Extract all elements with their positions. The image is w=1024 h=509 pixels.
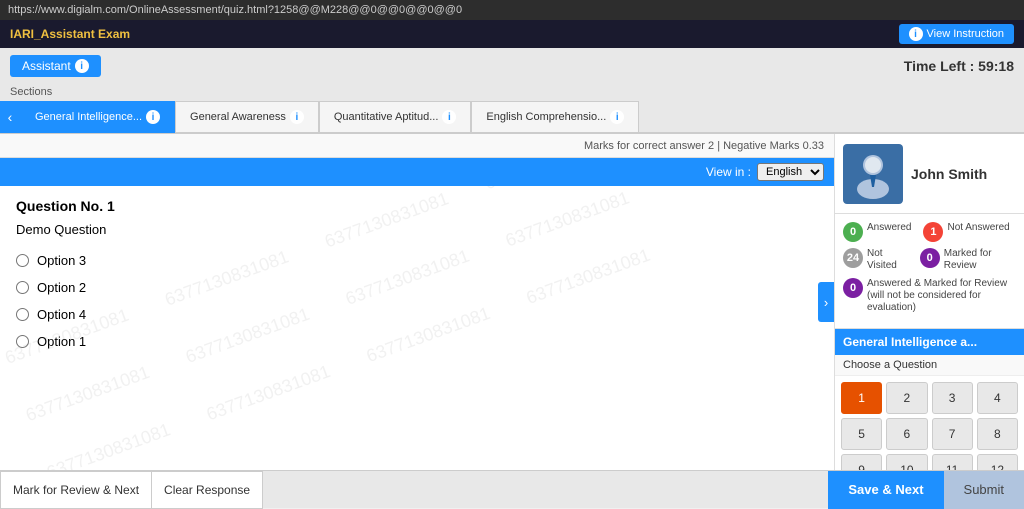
grid-section: General Intelligence a... Choose a Quest… xyxy=(835,329,1024,470)
question-grid-button-9[interactable]: 9 xyxy=(841,454,882,470)
tab-english-comprehension[interactable]: English Comprehensio... i xyxy=(471,101,639,133)
main-wrapper: Marks for correct answer 2 | Negative Ma… xyxy=(0,134,1024,508)
question-panel: Marks for correct answer 2 | Negative Ma… xyxy=(0,134,834,470)
marks-bar: Marks for correct answer 2 | Negative Ma… xyxy=(0,134,834,158)
tab-info-icon[interactable]: i xyxy=(146,110,160,124)
option-item: Option 1 xyxy=(16,334,818,349)
view-in-select[interactable]: English Hindi xyxy=(757,163,824,181)
question-grid-button-8[interactable]: 8 xyxy=(977,418,1018,450)
question-grid-button-10[interactable]: 10 xyxy=(886,454,927,470)
not-visited-label: Not Visited xyxy=(867,248,908,272)
tab-general-awareness[interactable]: General Awareness i xyxy=(175,101,319,133)
tab-label: General Awareness xyxy=(190,111,286,123)
avatar-icon xyxy=(848,149,898,199)
bottom-bar: Mark for Review & Next Clear Response Sa… xyxy=(0,470,1024,508)
tab-quantitative-aptitude[interactable]: Quantitative Aptitud... i xyxy=(319,101,472,133)
question-grid-button-12[interactable]: 12 xyxy=(977,454,1018,470)
question-grid: 1234567891011121314151617181920 xyxy=(835,376,1024,470)
tab-label: English Comprehensio... xyxy=(486,111,606,123)
option-label-2[interactable]: Option 2 xyxy=(37,280,86,295)
not-visited-badge: 24 xyxy=(843,248,863,268)
url-text: https://www.digialm.com/OnlineAssessment… xyxy=(8,4,462,16)
right-sidebar: John Smith 0 Answered 1 Not Answered xyxy=(834,134,1024,470)
question-grid-button-6[interactable]: 6 xyxy=(886,418,927,450)
view-instruction-button[interactable]: i View Instruction xyxy=(899,24,1014,44)
tab-general-intelligence[interactable]: General Intelligence... i xyxy=(20,101,175,133)
sections-label: Sections xyxy=(0,84,1024,102)
option-label-4[interactable]: Option 4 xyxy=(37,307,86,322)
question-grid-button-5[interactable]: 5 xyxy=(841,418,882,450)
question-grid-button-2[interactable]: 2 xyxy=(886,382,927,414)
legend-row-1: 0 Answered 1 Not Answered xyxy=(843,222,1016,242)
legend-answered: 0 Answered xyxy=(843,222,911,242)
option-label-3[interactable]: Option 3 xyxy=(37,253,86,268)
option-radio-3[interactable] xyxy=(16,254,29,267)
marked-review-badge: 0 xyxy=(920,248,940,268)
bottom-left: Mark for Review & Next Clear Response xyxy=(0,471,263,509)
question-content: 637713083108163771308310816377130831081 … xyxy=(0,186,834,470)
not-answered-badge: 1 xyxy=(923,222,943,242)
submit-button[interactable]: Submit xyxy=(944,471,1024,509)
question-grid-button-3[interactable]: 3 xyxy=(932,382,973,414)
marks-info: Marks for correct answer 2 | Negative Ma… xyxy=(584,140,824,152)
tab-info-icon[interactable]: i xyxy=(442,110,456,124)
not-answered-label: Not Answered xyxy=(947,222,1009,234)
legend-row-3: 0 Answered & Marked for Review (will not… xyxy=(843,278,1016,314)
mark-review-button[interactable]: Mark for Review & Next xyxy=(0,471,152,509)
top-nav: IARI_Assistant Exam i View Instruction xyxy=(0,20,1024,48)
assistant-button[interactable]: Assistant i xyxy=(10,55,101,77)
url-bar: https://www.digialm.com/OnlineAssessment… xyxy=(0,0,1024,20)
legend-not-answered: 1 Not Answered xyxy=(923,222,1009,242)
option-item: Option 4 xyxy=(16,307,818,322)
exam-title: IARI_Assistant Exam xyxy=(10,27,130,41)
option-item: Option 3 xyxy=(16,253,818,268)
avatar xyxy=(843,144,903,204)
option-radio-4[interactable] xyxy=(16,308,29,321)
answered-label: Answered xyxy=(867,222,911,234)
save-next-button[interactable]: Save & Next xyxy=(828,471,943,509)
view-instruction-label: View Instruction xyxy=(927,28,1004,40)
option-radio-1[interactable] xyxy=(16,335,29,348)
user-profile: John Smith xyxy=(835,134,1024,214)
option-item: Option 2 xyxy=(16,280,818,295)
view-in-bar: View in : English Hindi xyxy=(0,158,834,186)
question-text: Demo Question xyxy=(16,222,818,237)
tab-label: Quantitative Aptitud... xyxy=(334,111,439,123)
view-in-label: View in : xyxy=(706,165,751,179)
tab-info-icon[interactable]: i xyxy=(610,110,624,124)
tab-prev-arrow[interactable]: ‹ xyxy=(0,101,20,133)
answered-marked-badge: 0 xyxy=(843,278,863,298)
answered-marked-label: Answered & Marked for Review (will not b… xyxy=(867,278,1016,314)
clear-response-button[interactable]: Clear Response xyxy=(152,471,263,509)
user-name: John Smith xyxy=(911,166,987,182)
marked-review-label: Marked for Review xyxy=(944,248,1016,272)
question-grid-button-7[interactable]: 7 xyxy=(932,418,973,450)
legend-marked-review: 0 Marked for Review xyxy=(920,248,1016,272)
assistant-label: Assistant xyxy=(22,59,71,73)
bottom-right: Save & Next Submit xyxy=(828,471,1024,509)
tab-label: General Intelligence... xyxy=(35,111,142,123)
question-grid-button-11[interactable]: 11 xyxy=(932,454,973,470)
legend-answered-marked: 0 Answered & Marked for Review (will not… xyxy=(843,278,1016,314)
timer: Time Left : 59:18 xyxy=(904,58,1014,74)
header-area: Assistant i Time Left : 59:18 xyxy=(0,48,1024,84)
content-area: Marks for correct answer 2 | Negative Ma… xyxy=(0,134,1024,470)
tab-info-icon[interactable]: i xyxy=(290,110,304,124)
answered-badge: 0 xyxy=(843,222,863,242)
question-number: Question No. 1 xyxy=(16,198,818,214)
question-grid-button-1[interactable]: 1 xyxy=(841,382,882,414)
question-grid-button-4[interactable]: 4 xyxy=(977,382,1018,414)
choose-label: Choose a Question xyxy=(835,355,1024,376)
legend-row-2: 24 Not Visited 0 Marked for Review xyxy=(843,248,1016,272)
grid-title: General Intelligence a... xyxy=(835,329,1024,355)
legend-not-visited: 24 Not Visited xyxy=(843,248,908,272)
sidebar-toggle-arrow[interactable]: › xyxy=(818,282,834,322)
info-icon-assistant: i xyxy=(75,59,89,73)
option-label-1[interactable]: Option 1 xyxy=(37,334,86,349)
tab-bar: ‹ General Intelligence... i General Awar… xyxy=(0,102,1024,134)
legend: 0 Answered 1 Not Answered 24 Not Visited… xyxy=(835,214,1024,329)
option-list: Option 3 Option 2 Option 4 Option 1 xyxy=(16,253,818,349)
option-radio-2[interactable] xyxy=(16,281,29,294)
info-icon: i xyxy=(909,27,923,41)
